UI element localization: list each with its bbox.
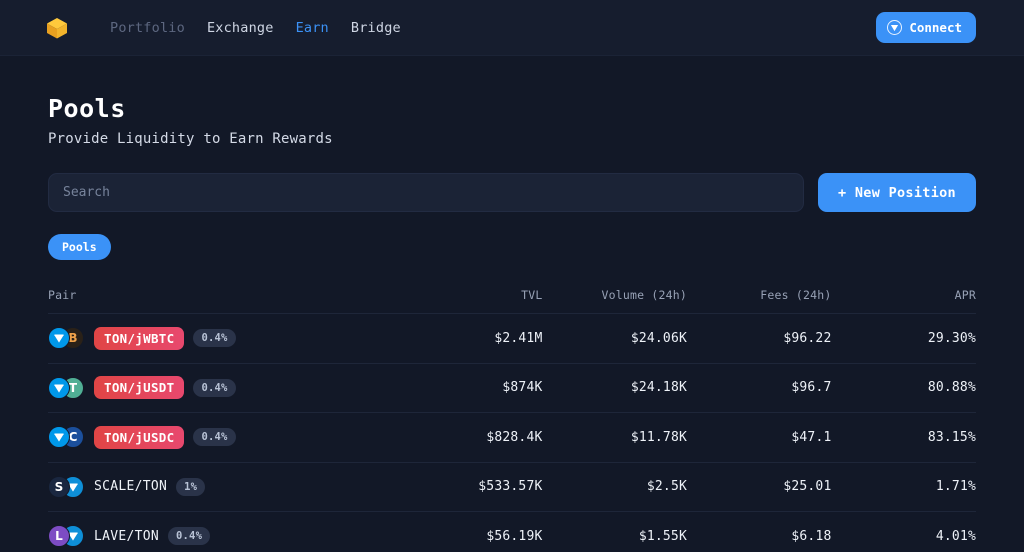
search-row: + New Position [48,173,976,212]
column-header-apr[interactable]: APR [832,288,977,302]
token-pair-icons: B [48,327,85,350]
column-header-pair[interactable]: Pair [48,288,398,302]
fee-tier-badge: 0.4% [168,527,211,546]
pair-cell: T TON/jUSDT 0.4% [48,376,398,400]
table-body: B TON/jWBTC 0.4% $2.41M $24.06K $96.22 29.30% T… [48,314,976,552]
token-icon-scale: S [48,475,70,498]
pair-name: TON/jWBTC [94,326,185,350]
cell-pair: C TON/jUSDC 0.4% [48,425,398,449]
cell-apr: 4.01% [935,528,976,544]
new-position-button[interactable]: + New Position [818,173,976,212]
table-row[interactable]: B TON/jWBTC 0.4% $2.41M $24.06K $96.22 29.30% [48,314,976,364]
cell-volume: $11.78K [630,429,687,445]
pair-name: SCALE/TON [94,479,168,495]
cell-apr: 83.15% [927,429,976,445]
table-row[interactable]: C TON/jUSDC 0.4% $828.4K $11.78K $47.1 83.15% [48,413,976,463]
fee-tier-badge: 0.4% [193,378,236,397]
fee-tier-badge: 0.4% [193,428,236,447]
token-pair-icons: S [48,475,85,498]
column-header-volume[interactable]: Volume (24h) [543,288,688,302]
page-title: Pools [48,94,126,123]
cell-apr: 1.71% [935,479,976,495]
page-content: Pools Provide Liquidity to Earn Rewards … [0,56,1024,552]
table-row[interactable]: S SCALE/TON 1% $533.57K $2.5K $25.01 1.71% [48,463,976,512]
connect-wallet-button[interactable]: Connect [876,12,976,43]
ton-diamond-icon [887,20,903,35]
nav-link-portfolio[interactable]: Portfolio [110,20,185,36]
pair-name: TON/jUSDT [94,376,185,400]
cell-fees: $25.01 [783,479,832,495]
cell-tvl: $533.57K [478,479,543,495]
cell-pair: B TON/jWBTC 0.4% [48,326,398,350]
cell-tvl: $56.19K [486,528,543,544]
nav-link-exchange[interactable]: Exchange [207,20,274,36]
cell-fees: $96.22 [783,330,832,346]
nav-link-bridge[interactable]: Bridge [351,20,401,36]
ton-diamond-icon [48,376,70,399]
table-row[interactable]: L LAVE/TON 0.4% $56.19K $1.55K $6.18 4.01% [48,512,976,552]
cell-volume: $24.06K [630,330,687,346]
filter-tabs: Pools [48,234,976,260]
tab-pools[interactable]: Pools [48,234,111,260]
pair-cell: S SCALE/TON 1% [48,475,398,498]
cell-tvl: $874K [502,380,543,396]
cell-pair: L LAVE/TON 0.4% [48,525,398,548]
pair-name: TON/jUSDC [94,425,185,449]
connect-label: Connect [909,20,962,35]
nav-link-earn[interactable]: Earn [296,20,329,36]
pair-name: LAVE/TON [94,528,160,544]
cell-apr: 80.88% [927,380,976,396]
cell-apr: 29.30% [927,330,976,346]
fee-tier-badge: 1% [176,477,206,496]
token-glyph: L [55,529,63,544]
cell-fees: $96.7 [791,380,832,396]
main-nav: Portfolio Exchange Earn Bridge [110,20,401,36]
column-header-fees[interactable]: Fees (24h) [687,288,832,302]
pair-cell: C TON/jUSDC 0.4% [48,425,398,449]
token-pair-icons: C [48,426,85,449]
cell-volume: $1.55K [638,528,687,544]
pools-table: Pair TVL Volume (24h) Fees (24h) APR B TO… [48,288,976,552]
token-glyph: S [54,479,64,494]
pair-cell: B TON/jWBTC 0.4% [48,326,398,350]
token-pair-icons: T [48,376,85,399]
fee-tier-badge: 0.4% [193,329,236,348]
cell-pair: T TON/jUSDT 0.4% [48,376,398,400]
token-pair-icons: L [48,525,85,548]
search-input[interactable] [48,173,804,212]
cell-tvl: $828.4K [486,429,543,445]
token-glyph: T [68,380,78,395]
top-navbar: Portfolio Exchange Earn Bridge Connect [0,0,1024,56]
column-header-tvl[interactable]: TVL [398,288,543,302]
pair-cell: L LAVE/TON 0.4% [48,525,398,548]
cell-fees: $47.1 [791,429,832,445]
app-logo-cube-icon[interactable] [44,15,70,41]
cell-pair: S SCALE/TON 1% [48,475,398,498]
cell-fees: $6.18 [791,528,832,544]
cell-volume: $24.18K [630,380,687,396]
cell-volume: $2.5K [646,479,687,495]
table-row[interactable]: T TON/jUSDT 0.4% $874K $24.18K $96.7 80.88% [48,364,976,413]
cell-tvl: $2.41M [494,330,543,346]
table-header-row: Pair TVL Volume (24h) Fees (24h) APR [48,288,976,314]
page-subtitle: Provide Liquidity to Earn Rewards [48,131,333,147]
